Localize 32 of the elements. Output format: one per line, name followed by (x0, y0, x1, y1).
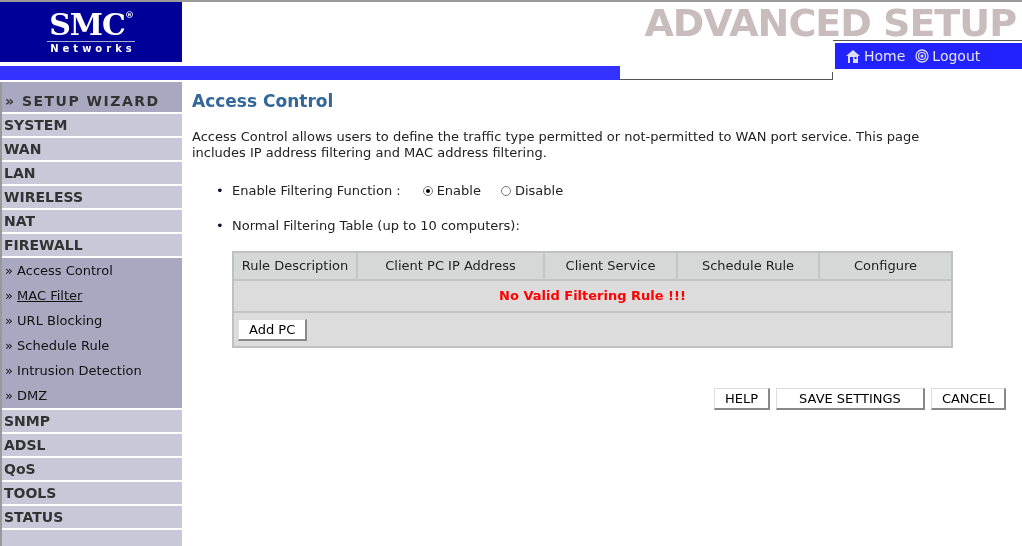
add-pc-button[interactable]: Add PC (238, 318, 308, 341)
home-icon (845, 48, 861, 64)
empty-message: No Valid Filtering Rule !!! (234, 281, 951, 313)
cancel-button[interactable]: CANCEL (930, 388, 1007, 410)
radio-label: Enable (436, 183, 481, 198)
filtering-label: Enable Filtering Function : (232, 183, 401, 198)
description-text: Access Control allows users to define the traffic type permitted or not-permitted to WAN port service. This page includes IP address filtering and MAC address filtering. (192, 129, 921, 161)
logo: SMC® Networks (0, 2, 182, 62)
radio-button[interactable] (422, 185, 433, 196)
help-button[interactable]: HELP (714, 388, 771, 410)
page-title: Access Control (192, 91, 335, 111)
column-header: Configure (820, 253, 951, 279)
submenu-item[interactable]: » DMZ (2, 383, 182, 408)
radio-button[interactable] (500, 185, 511, 196)
submenu-item[interactable]: » MAC Filter (2, 283, 182, 308)
bullet-mark: • (216, 218, 225, 233)
bullet-mark: • (216, 183, 225, 198)
column-header: Schedule Rule (678, 253, 820, 279)
column-header: Client Service (545, 253, 678, 279)
logout-link[interactable]: Logout (915, 48, 981, 64)
power-icon (915, 49, 930, 63)
save-button[interactable]: SAVE SETTINGS (776, 388, 925, 410)
submenu-item[interactable]: » URL Blocking (2, 308, 182, 333)
submenu-item[interactable]: » Access Control (2, 258, 182, 283)
submenu-item[interactable]: » Schedule Rule (2, 333, 182, 358)
column-header: Client PC IP Address (358, 253, 545, 279)
column-header: Rule Description (234, 253, 358, 279)
radio-label: Disable (514, 183, 564, 198)
submenu-item[interactable]: » Intrusion Detection (2, 358, 182, 383)
table-label: Normal Filtering Table (up to 10 computers): (232, 218, 520, 233)
banner-title: ADVANCED SETUP (644, 2, 1016, 44)
home-link[interactable]: Home (845, 48, 906, 64)
